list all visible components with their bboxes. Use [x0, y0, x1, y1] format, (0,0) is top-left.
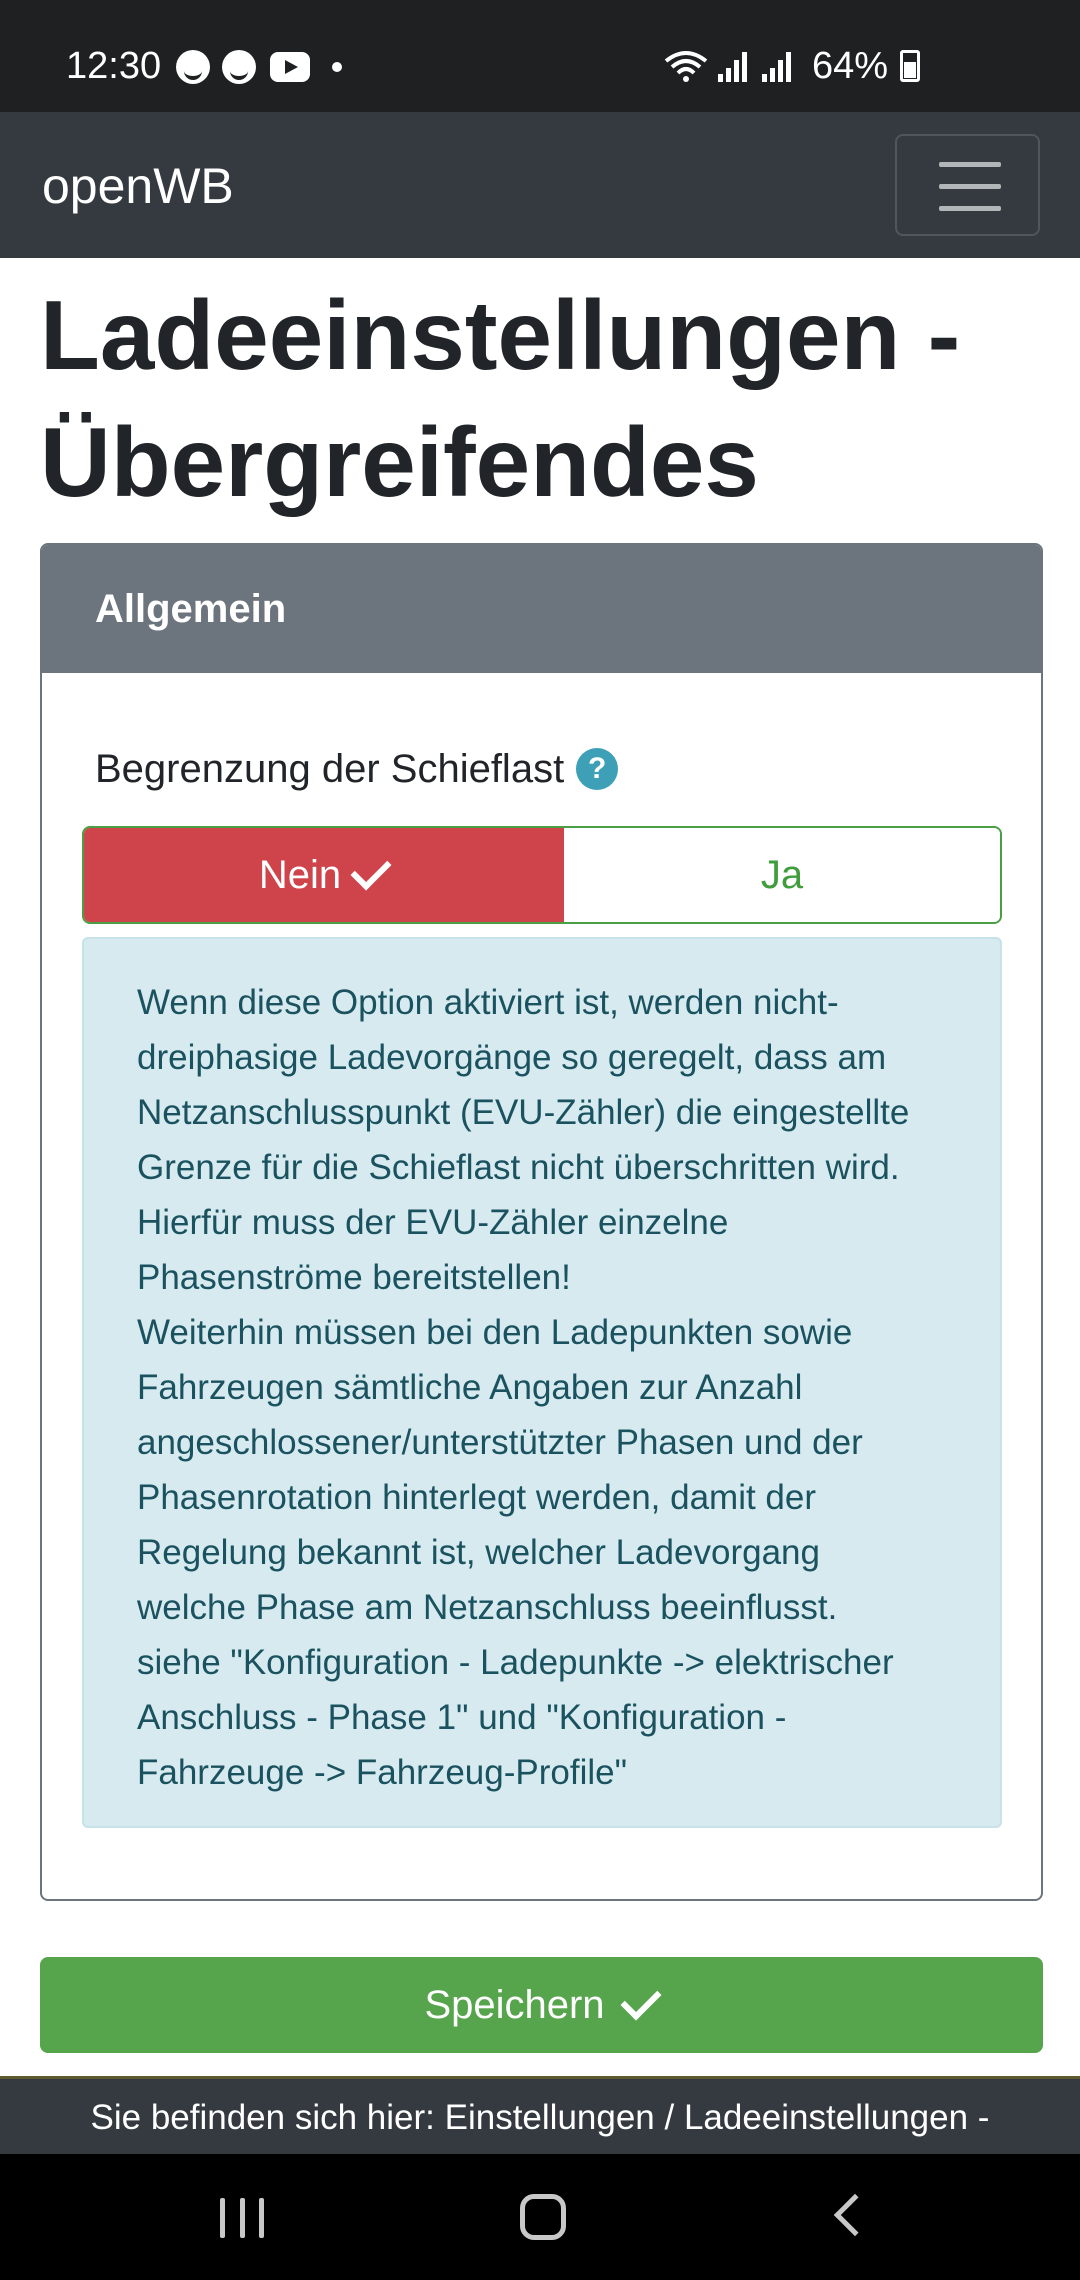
- system-navigation-bar: [0, 2154, 1080, 2280]
- info-line: Phasenrotation hinterlegt werden, damit …: [137, 1478, 817, 1517]
- battery-level: 64%: [812, 45, 889, 87]
- info-line: Wenn diese Option aktiviert ist, werden …: [137, 983, 839, 1022]
- info-line: angeschlossener/unterstützter Phasen und…: [137, 1423, 863, 1462]
- card-header: Allgemein: [42, 545, 1041, 673]
- notification-app-icon: [222, 50, 256, 84]
- top-navbar: openWB: [0, 112, 1080, 258]
- option-nein-button[interactable]: Nein: [84, 828, 564, 922]
- system-icons: 64%: [664, 44, 921, 88]
- field-label: Begrenzung der Schieflast ?: [95, 745, 619, 793]
- info-line: Anschluss - Phase 1" und "Konfiguration …: [137, 1698, 787, 1737]
- youtube-icon: [270, 52, 310, 82]
- help-icon[interactable]: ?: [576, 748, 619, 790]
- status-time: 12:30: [66, 45, 162, 87]
- info-line: dreiphasige Ladevorgänge so geregelt, da…: [137, 1038, 887, 1077]
- recent-apps-icon: [259, 2198, 264, 2238]
- hamburger-menu-icon: [939, 184, 1001, 189]
- dot-icon: [332, 62, 342, 72]
- check-icon: [350, 849, 392, 891]
- breadcrumb-footer: Sie befinden sich hier: Einstellungen / …: [0, 2076, 1080, 2154]
- notification-icons: [176, 50, 342, 84]
- brand-logo[interactable]: openWB: [42, 158, 234, 214]
- info-line: Grenze für die Schieflast nicht überschr…: [137, 1148, 900, 1187]
- wifi-icon: [664, 51, 708, 82]
- page-title-line-1: Ladeeinstellungen -: [40, 280, 961, 390]
- check-icon: [620, 1979, 662, 2021]
- info-line: Hierfür muss der EVU-Zähler einzelne: [137, 1203, 729, 1242]
- info-line: siehe "Konfiguration - Ladepunkte -> ele…: [137, 1643, 894, 1682]
- recent-apps-icon: [239, 2198, 245, 2238]
- option-ja-button[interactable]: Ja: [564, 828, 1000, 922]
- info-line: Regelung bekannt ist, welcher Ladevorgan…: [137, 1533, 820, 1572]
- signal-icon: [718, 50, 752, 82]
- recent-apps-icon: [220, 2198, 225, 2238]
- info-line: welche Phase am Netzanschluss beeinfluss…: [137, 1588, 838, 1627]
- notification-app-icon: [176, 50, 210, 84]
- home-button[interactable]: [520, 2194, 566, 2240]
- hamburger-menu-icon: [939, 206, 1001, 211]
- field-label-text: Begrenzung der Schieflast: [95, 747, 565, 791]
- info-line: Fahrzeuge -> Fahrzeug-Profile": [137, 1753, 628, 1792]
- back-button[interactable]: [833, 2193, 877, 2237]
- schieflast-toggle-group: Nein Ja: [82, 826, 1002, 924]
- option-ja-label: Ja: [760, 852, 804, 897]
- recent-apps-button[interactable]: [220, 2198, 264, 2238]
- info-line: Fahrzeugen sämtliche Angaben zur Anzahl: [137, 1368, 803, 1407]
- settings-card: Allgemein Begrenzung der Schieflast ? Ne…: [40, 543, 1043, 1901]
- menu-toggle-button[interactable]: [895, 134, 1040, 236]
- status-bar: 12:30 64%: [0, 0, 1080, 112]
- info-line: Weiterhin müssen bei den Ladepunkten sow…: [137, 1313, 853, 1352]
- save-button[interactable]: Speichern: [40, 1957, 1043, 2053]
- signal-icon: [762, 50, 796, 82]
- battery-icon: [900, 50, 921, 82]
- info-line: Netzanschlusspunkt (EVU-Zähler) die eing…: [137, 1093, 910, 1132]
- save-button-label: Speichern: [424, 1982, 605, 2027]
- info-alert: Wenn diese Option aktiviert ist, werden …: [82, 937, 1002, 1828]
- info-line: Phasenströme bereitstellen!: [137, 1258, 571, 1297]
- page-title: Ladeeinstellungen - Übergreifendes: [40, 272, 1050, 526]
- option-nein-label: Nein: [258, 852, 342, 897]
- hamburger-menu-icon: [939, 162, 1001, 167]
- page-title-line-2: Übergreifendes: [40, 407, 759, 517]
